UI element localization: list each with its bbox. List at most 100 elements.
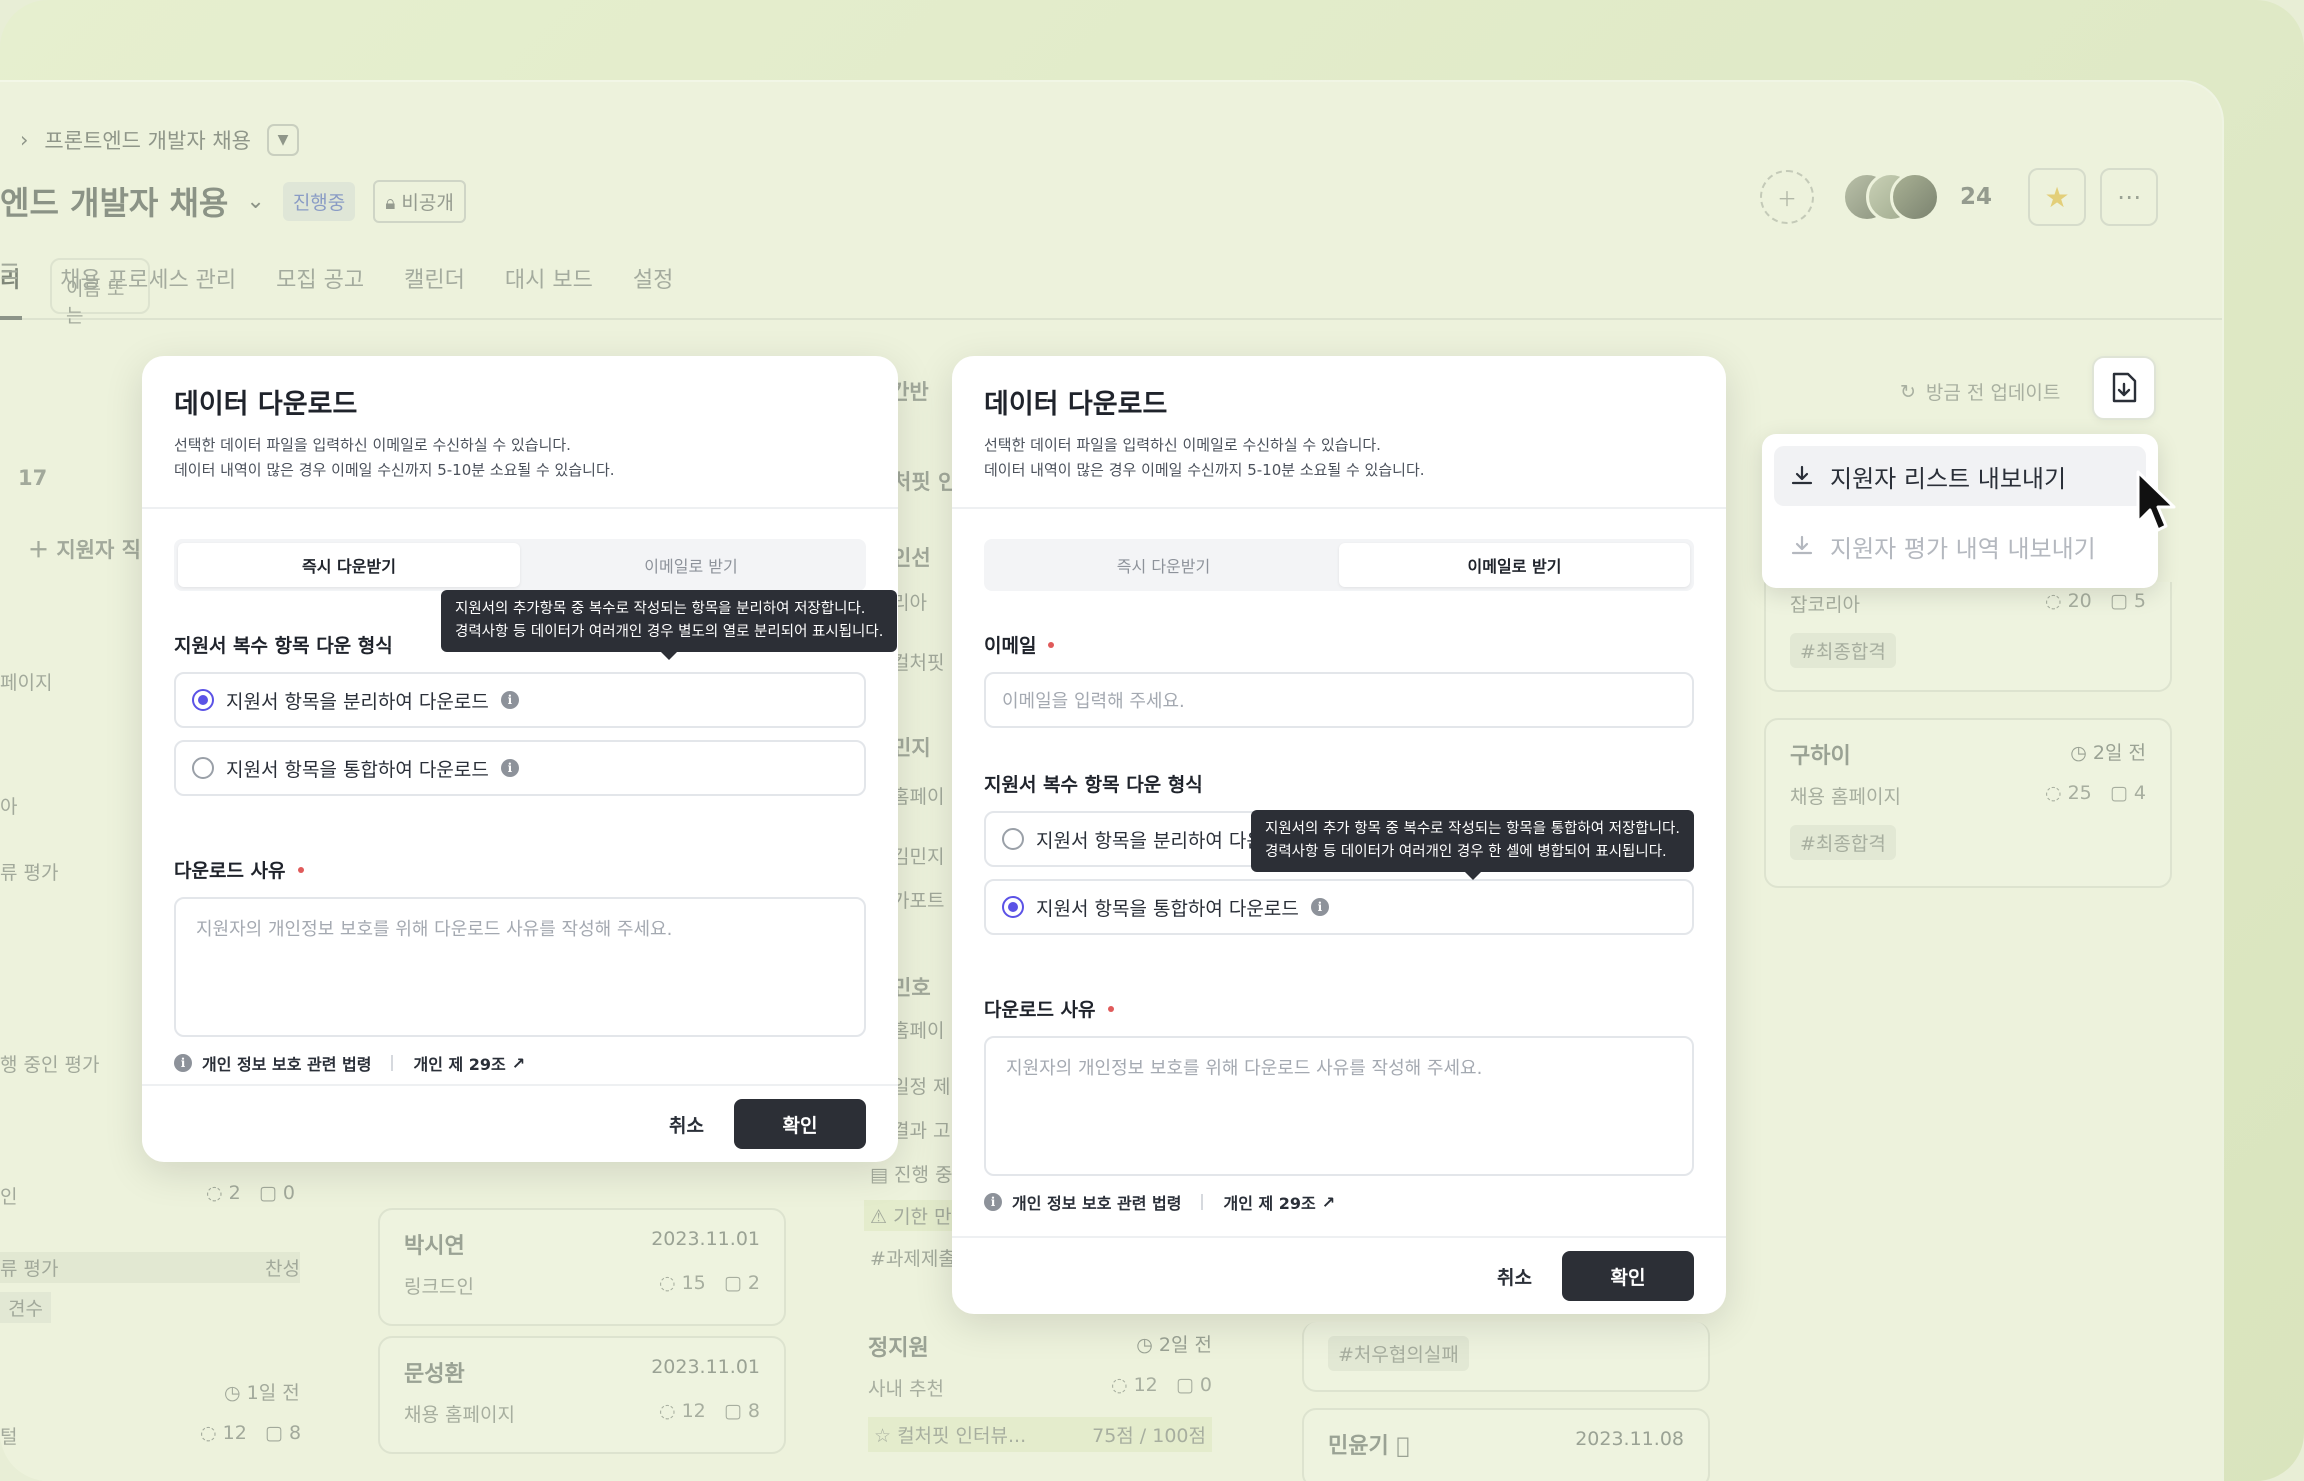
info-icon[interactable]: i	[1310, 898, 1329, 916]
tooltip-line: 경력사항 등 데이터가 여러개인 경우 한 셀에 병합되어 표시됩니다.	[1265, 844, 1667, 860]
radio-selected[interactable]	[192, 689, 214, 711]
applicant-card[interactable]: 문성환 2023.11.01 채용 홈페이지 ◌ 12 ▢ 8	[378, 1336, 786, 1454]
applicant-card[interactable]: 정지원 ◷ 2일 전 사내 추천 ◌ 12 ▢ 0 ☆ 컬처핏 인터뷰... 75점 …	[844, 1312, 1236, 1481]
column-count: 17	[18, 466, 48, 490]
tab-calendar[interactable]: 캘린더	[404, 262, 465, 294]
avatar-group[interactable]	[1841, 172, 1940, 222]
tab-email-download[interactable]: 이메일로 받기	[1339, 543, 1690, 587]
applicant-card[interactable]: #처우협의실패	[1302, 1322, 1710, 1392]
radio-unselected[interactable]	[1002, 828, 1024, 850]
export-menu: 지원자 리스트 내보내기 지원자 평가 내역 내보내기	[1762, 434, 2158, 588]
law-link[interactable]: 개인 제 29조 ↗	[413, 1051, 525, 1075]
tab-email-download[interactable]: 이메일로 받기	[520, 543, 862, 587]
breadcrumb-item[interactable]: 프론트엔드 개발자 채용	[44, 125, 251, 155]
tooltip-line: 지원서의 추가 항목 중 복수로 작성되는 항목을 통합하여 저장합니다.	[1265, 821, 1680, 837]
tab-active-indicator	[0, 316, 22, 320]
list-item: 행 중인 평가	[0, 1054, 100, 1076]
mouse-cursor-icon	[2136, 470, 2176, 532]
option-label: 지원서 항목을 통합하여 다운로드	[1036, 897, 1299, 920]
list-item: 아	[0, 796, 18, 818]
download-icon	[1791, 535, 1813, 555]
avatar	[1889, 172, 1940, 222]
export-button[interactable]	[2092, 356, 2156, 420]
reason-textarea[interactable]: 지원자의 개인정보 보호를 위해 다운로드 사유를 작성해 주세요.	[174, 897, 866, 1037]
tab-dashboard[interactable]: 대시 보드	[505, 262, 593, 294]
page-title: 엔드 개발자 채용 ⌄ 진행중 🔒︎ 비공개	[0, 178, 466, 224]
list-item: #과제제출	[870, 1248, 956, 1270]
add-applicant[interactable]: ＋ 지원자 직	[28, 534, 141, 564]
reason-label: 다운로드 사유	[174, 856, 866, 883]
confirm-button[interactable]: 확인	[1562, 1251, 1694, 1301]
more-button[interactable]: ⋯	[2100, 168, 2158, 226]
favorite-button[interactable]: ★	[2028, 168, 2086, 226]
refresh-icon: ↻	[1900, 380, 1916, 403]
tab-instant-download[interactable]: 즉시 다운받기	[178, 543, 520, 587]
applicant-card[interactable]: 박시연 2023.11.01 링크드인 ◌ 15 ▢ 2	[378, 1208, 786, 1326]
modal-header: 데이터 다운로드 선택한 데이터 파일을 입력하신 이메일로 수신하실 수 있습…	[952, 356, 1726, 509]
modal-desc-line: 데이터 내역이 많은 경우 이메일 수신까지 5-10분 소요될 수 있습니다.	[174, 461, 615, 479]
tab-settings[interactable]: 설정	[633, 262, 673, 294]
chevron-right-icon: ›	[20, 128, 29, 152]
list-item: 컬처핏	[892, 652, 945, 674]
modal-desc-line: 선택한 데이터 파일을 입력하신 이메일로 수신하실 수 있습니다.	[984, 436, 1381, 454]
modal-header: 데이터 다운로드 선택한 데이터 파일을 입력하신 이메일로 수신하실 수 있습…	[142, 356, 898, 509]
page-title-text: 엔드 개발자 채용	[0, 184, 229, 222]
required-dot	[1107, 1005, 1114, 1012]
info-icon[interactable]: i	[500, 759, 519, 777]
list-item: 홈페이	[892, 786, 945, 808]
chevron-down-icon[interactable]: ⌄	[246, 189, 264, 214]
column-header: 처핏 인	[892, 470, 958, 494]
radio-selected[interactable]	[1002, 896, 1024, 918]
filter-icon[interactable]: ☰	[0, 260, 19, 284]
download-mode-toggle: 즉시 다운받기 이메일로 받기	[174, 539, 866, 591]
option-split[interactable]: 지원서 항목을 분리하여 다운로드 i	[174, 672, 866, 728]
radio-unselected[interactable]	[192, 757, 214, 779]
list-item: 류 평가 찬성	[0, 1252, 300, 1283]
modal-description: 선택한 데이터 파일을 입력하신 이메일로 수신하실 수 있습니다. 데이터 내…	[174, 433, 866, 483]
more-icon: ⋯	[2117, 183, 2141, 211]
tooltip-line: 경력사항 등 데이터가 여러개인 경우 별도의 열로 분리되어 표시됩니다.	[455, 624, 884, 640]
list-item: 털	[0, 1426, 18, 1448]
menu-item-label: 지원자 평가 내역 내보내기	[1830, 534, 2096, 563]
reason-label: 다운로드 사유	[984, 995, 1694, 1022]
list-item: 견수	[0, 1292, 51, 1323]
refresh-button[interactable]: ↻ 방금 전 업데이트	[1900, 378, 2060, 405]
list-item: ⚠ 기한 만	[864, 1200, 958, 1231]
required-dot	[1048, 641, 1055, 648]
header-actions: ＋ 24 ★ ⋯	[1759, 168, 2158, 226]
law-link[interactable]: 개인 제 29조 ↗	[1223, 1190, 1335, 1214]
required-dot	[297, 866, 304, 873]
email-label: 이메일	[984, 631, 1694, 658]
tab-posting[interactable]: 모집 공고	[276, 262, 364, 294]
list-item: ◌ 2 ▢ 0	[206, 1182, 295, 1204]
menu-item-export-evaluations[interactable]: 지원자 평가 내역 내보내기	[1774, 516, 2146, 576]
status-badge: 진행중	[282, 181, 356, 221]
tab-instant-download[interactable]: 즉시 다운받기	[988, 543, 1339, 587]
add-member-icon[interactable]: ＋	[1759, 170, 1814, 224]
info-icon[interactable]: i	[500, 691, 519, 709]
reason-textarea[interactable]: 지원자의 개인정보 보호를 위해 다운로드 사유를 작성해 주세요.	[984, 1036, 1694, 1176]
external-link-icon: ↗	[511, 1053, 526, 1073]
format-section: 지원서 복수 항목 다운 형식 지원서 항목을 분리하여 다운로드 i 지원서 …	[142, 631, 898, 796]
cancel-button[interactable]: 취소	[669, 1111, 704, 1138]
download-icon	[1791, 465, 1813, 485]
applicant-card[interactable]: 민윤기 ⃠ 2023.11.08	[1302, 1408, 1710, 1481]
info-icon: i	[984, 1193, 1002, 1211]
search-input[interactable]: 이름 또는	[50, 258, 150, 327]
list-item: ▤ 진행 중	[870, 1164, 953, 1186]
email-section: 이메일 이메일을 입력해 주세요.	[952, 631, 1726, 728]
option-merge[interactable]: 지원서 항목을 통합하여 다운로드 i	[984, 879, 1694, 935]
tooltip-line: 지원서의 추가항목 중 복수로 작성되는 항목을 분리하여 저장합니다.	[455, 601, 866, 617]
email-input[interactable]: 이메일을 입력해 주세요.	[984, 672, 1694, 728]
external-link-icon: ↗	[1321, 1192, 1336, 1212]
option-merge[interactable]: 지원서 항목을 통합하여 다운로드 i	[174, 740, 866, 796]
applicant-card[interactable]: 잡코리아 ◌ 20 ▢ 5 #최종합격	[1764, 582, 2172, 692]
chevron-down-icon[interactable]: ▼	[266, 124, 299, 156]
visibility-badge: 🔒︎ 비공개	[373, 179, 466, 223]
law-label: 개인 정보 보호 관련 법령	[1012, 1194, 1182, 1213]
confirm-button[interactable]: 확인	[734, 1099, 866, 1149]
menu-item-export-list[interactable]: 지원자 리스트 내보내기	[1774, 446, 2146, 506]
list-item: 김민지	[892, 846, 945, 868]
cancel-button[interactable]: 취소	[1497, 1263, 1532, 1290]
applicant-card[interactable]: 구하이 ◷ 2일 전 채용 홈페이지 ◌ 25 ▢ 4 #최종합격	[1764, 718, 2172, 888]
